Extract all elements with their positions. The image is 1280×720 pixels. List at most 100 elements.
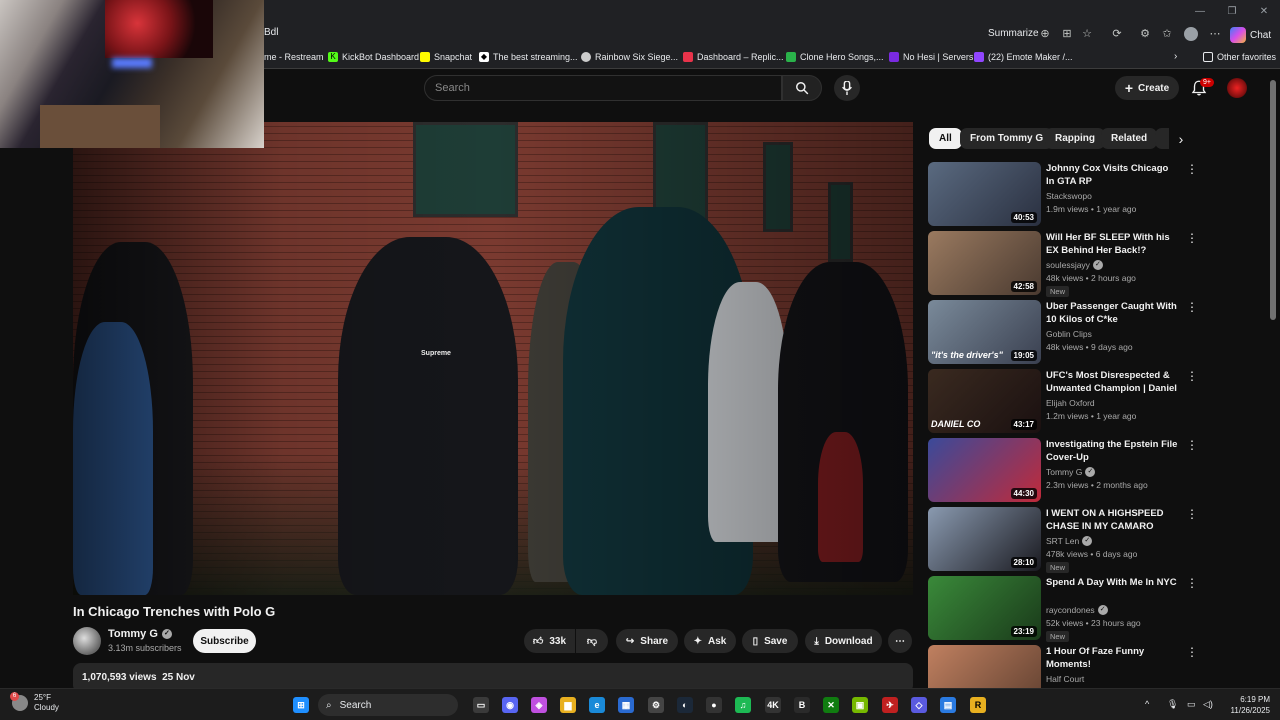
recommendation-channel[interactable]: Elijah Oxford — [1046, 398, 1095, 408]
visual-studio-icon[interactable]: ◇ — [911, 697, 927, 713]
microphone-tray-icon[interactable]: 🎙︎ — [1167, 699, 1178, 710]
translate-icon[interactable]: ⊕ — [1038, 27, 1052, 41]
task-view-icon[interactable]: ▭ — [473, 697, 489, 713]
recommendation-title[interactable]: I WENT ON A HIGHSPEED CHASE IN MY CAMARO… — [1046, 507, 1178, 533]
edge-icon[interactable]: e — [589, 697, 605, 713]
copilot-app-icon[interactable]: ◈ — [531, 697, 547, 713]
share-button[interactable]: ↪ Share — [616, 629, 678, 653]
more-vert-icon[interactable]: ⋮ — [1186, 162, 1198, 176]
recommendation-channel[interactable]: Stackswopo — [1046, 191, 1092, 201]
bookmark-r6[interactable]: Rainbow Six Siege... — [581, 52, 678, 62]
recommendation-title[interactable]: 1 Hour Of Faze Funny Moments! — [1046, 645, 1178, 671]
chip-all[interactable]: All — [929, 128, 962, 149]
recommendation-channel[interactable]: soulessjayy ✓ — [1046, 260, 1103, 270]
ask-button[interactable]: ✦ Ask — [684, 629, 736, 653]
bookmarks-overflow-icon[interactable]: › — [1174, 51, 1177, 62]
recommendation-item[interactable]: 28:10 I WENT ON A HIGHSPEED CHASE IN MY C… — [928, 507, 1268, 573]
tray-overflow-icon[interactable]: ^ — [1145, 699, 1149, 709]
more-vert-icon[interactable]: ⋮ — [1186, 645, 1198, 659]
chip-related[interactable]: Related — [1101, 128, 1158, 149]
channel-name[interactable]: Tommy G ✓ — [108, 628, 172, 640]
bookmark-snapchat[interactable]: Snapchat — [420, 52, 472, 62]
obs-icon[interactable]: ● — [706, 697, 722, 713]
steam-icon[interactable]: ◐ — [677, 697, 693, 713]
subscribe-button[interactable]: Subscribe — [193, 629, 256, 653]
recommendation-item[interactable]: 44:30 Investigating the Epstein File Cove… — [928, 438, 1268, 502]
chip-from-tommy-g[interactable]: From Tommy G — [960, 128, 1054, 149]
video-thumbnail[interactable]: 23:19 — [928, 576, 1041, 640]
bookmark-kickbot[interactable]: K KickBot Dashboard — [328, 52, 419, 62]
recommendation-channel[interactable]: raycondones ✓ — [1046, 605, 1108, 615]
summarize-button[interactable]: Summarize — [988, 28, 1039, 39]
minimize-icon[interactable]: — — [1184, 0, 1216, 22]
taskbar-search[interactable]: ⌕ Search — [318, 694, 458, 716]
more-icon[interactable]: ⋯ — [1208, 27, 1222, 41]
recommendation-item[interactable]: "it's the driver's" 19:05 Uber Passenger C… — [928, 300, 1268, 364]
network-icon[interactable]: ▭ — [1187, 699, 1196, 710]
url-text[interactable]: Bdl — [264, 27, 278, 38]
channel-avatar[interactable] — [73, 627, 101, 655]
search-button[interactable] — [782, 75, 822, 101]
game-app-icon[interactable]: ✈ — [882, 697, 898, 713]
r-app-icon[interactable]: R — [970, 697, 986, 713]
system-clock[interactable]: 6:19 PM 11/26/2025 — [1224, 694, 1270, 716]
volume-icon[interactable]: ◁) — [1203, 699, 1213, 710]
start-icon[interactable]: ⊞ — [293, 697, 309, 713]
notepad-icon[interactable]: ▤ — [940, 697, 956, 713]
recommendation-item[interactable]: 42:58 Will Her BF SLEEP With his EX Behin… — [928, 231, 1268, 297]
store-icon[interactable]: ▦ — [618, 697, 634, 713]
extensions-icon[interactable]: ⚙ — [1138, 27, 1152, 41]
account-avatar[interactable] — [1227, 78, 1247, 98]
weather-widget[interactable]: 6 25°F Cloudy — [10, 692, 59, 713]
search-input[interactable]: Search — [424, 75, 782, 101]
video-thumbnail[interactable]: 44:30 — [928, 438, 1041, 502]
recommendation-title[interactable]: Investigating the Epstein File Cover-Up — [1046, 438, 1178, 464]
recommendation-title[interactable]: UFC's Most Disrespected & Unwanted Champ… — [1046, 369, 1178, 395]
chevron-right-icon[interactable]: › — [1172, 130, 1190, 148]
recommendation-channel[interactable]: Tommy G ✓ — [1046, 467, 1096, 477]
recommendation-title[interactable]: Spend A Day With Me In NYC — [1046, 576, 1178, 589]
save-button[interactable]: ▯ Save — [742, 629, 798, 653]
more-vert-icon[interactable]: ⋮ — [1186, 231, 1198, 245]
bookmark-nohesi[interactable]: No Hesi | Servers — [889, 52, 973, 62]
maximize-icon[interactable]: ❐ — [1216, 0, 1248, 22]
recommendation-channel[interactable]: SRT Len ✓ — [1046, 536, 1093, 546]
close-icon[interactable]: ✕ — [1248, 0, 1280, 22]
refresh-icon[interactable]: ⟳ — [1110, 27, 1124, 41]
chip-partial[interactable] — [1155, 128, 1169, 149]
b-app-icon[interactable]: B — [794, 697, 810, 713]
apps-icon[interactable]: ⊞ — [1060, 27, 1074, 41]
chip-rapping[interactable]: Rapping — [1045, 128, 1105, 149]
video-thumbnail[interactable]: DANIEL CO 43:17 — [928, 369, 1041, 433]
more-vert-icon[interactable]: ⋮ — [1186, 369, 1198, 383]
favorite-star-icon[interactable]: ☆ — [1080, 27, 1094, 41]
bookmark-emote[interactable]: (22) Emote Maker /... — [974, 52, 1073, 62]
video-thumbnail[interactable]: 40:53 — [928, 162, 1041, 226]
bookmark-replicate[interactable]: Dashboard – Replic... — [683, 52, 784, 62]
recommendation-item[interactable]: 40:53 Johnny Cox Visits Chicago In GTA RP… — [928, 162, 1268, 226]
nvidia-icon[interactable]: ▣ — [852, 697, 868, 713]
bookmark-restream[interactable]: me - Restream — [264, 52, 324, 62]
profile-icon[interactable] — [1184, 27, 1198, 41]
copilot-chat-button[interactable]: Chat — [1230, 25, 1271, 45]
recommendation-title[interactable]: Johnny Cox Visits Chicago In GTA RP — [1046, 162, 1178, 188]
file-explorer-icon[interactable]: ▆ — [560, 697, 576, 713]
discord-icon[interactable]: ◉ — [502, 697, 518, 713]
dislike-button[interactable]: 👎︎ — [576, 629, 608, 653]
bookmark-clonehero[interactable]: Clone Hero Songs,... — [786, 52, 884, 62]
recommendation-title[interactable]: Uber Passenger Caught With 10 Kilos of C… — [1046, 300, 1178, 326]
more-vert-icon[interactable]: ⋮ — [1186, 576, 1198, 590]
create-button[interactable]: + Create — [1115, 76, 1179, 100]
video-thumbnail[interactable]: 28:10 — [928, 507, 1041, 571]
4k-app-icon[interactable]: 4K — [765, 697, 781, 713]
video-player[interactable]: Supreme — [73, 122, 913, 595]
more-vert-icon[interactable]: ⋮ — [1186, 300, 1198, 314]
recommendation-channel[interactable]: Half Court — [1046, 674, 1084, 684]
bookmark-streaming[interactable]: ◆ The best streaming... — [479, 52, 578, 62]
spotify-icon[interactable]: ♫ — [735, 697, 751, 713]
recommendation-channel[interactable]: Goblin Clips — [1046, 329, 1092, 339]
scrollbar[interactable] — [1270, 80, 1276, 320]
voice-search-button[interactable] — [834, 75, 860, 101]
recommendation-item[interactable]: 23:19 Spend A Day With Me In NYC raycondon… — [928, 576, 1268, 642]
video-thumbnail[interactable]: "it's the driver's" 19:05 — [928, 300, 1041, 364]
